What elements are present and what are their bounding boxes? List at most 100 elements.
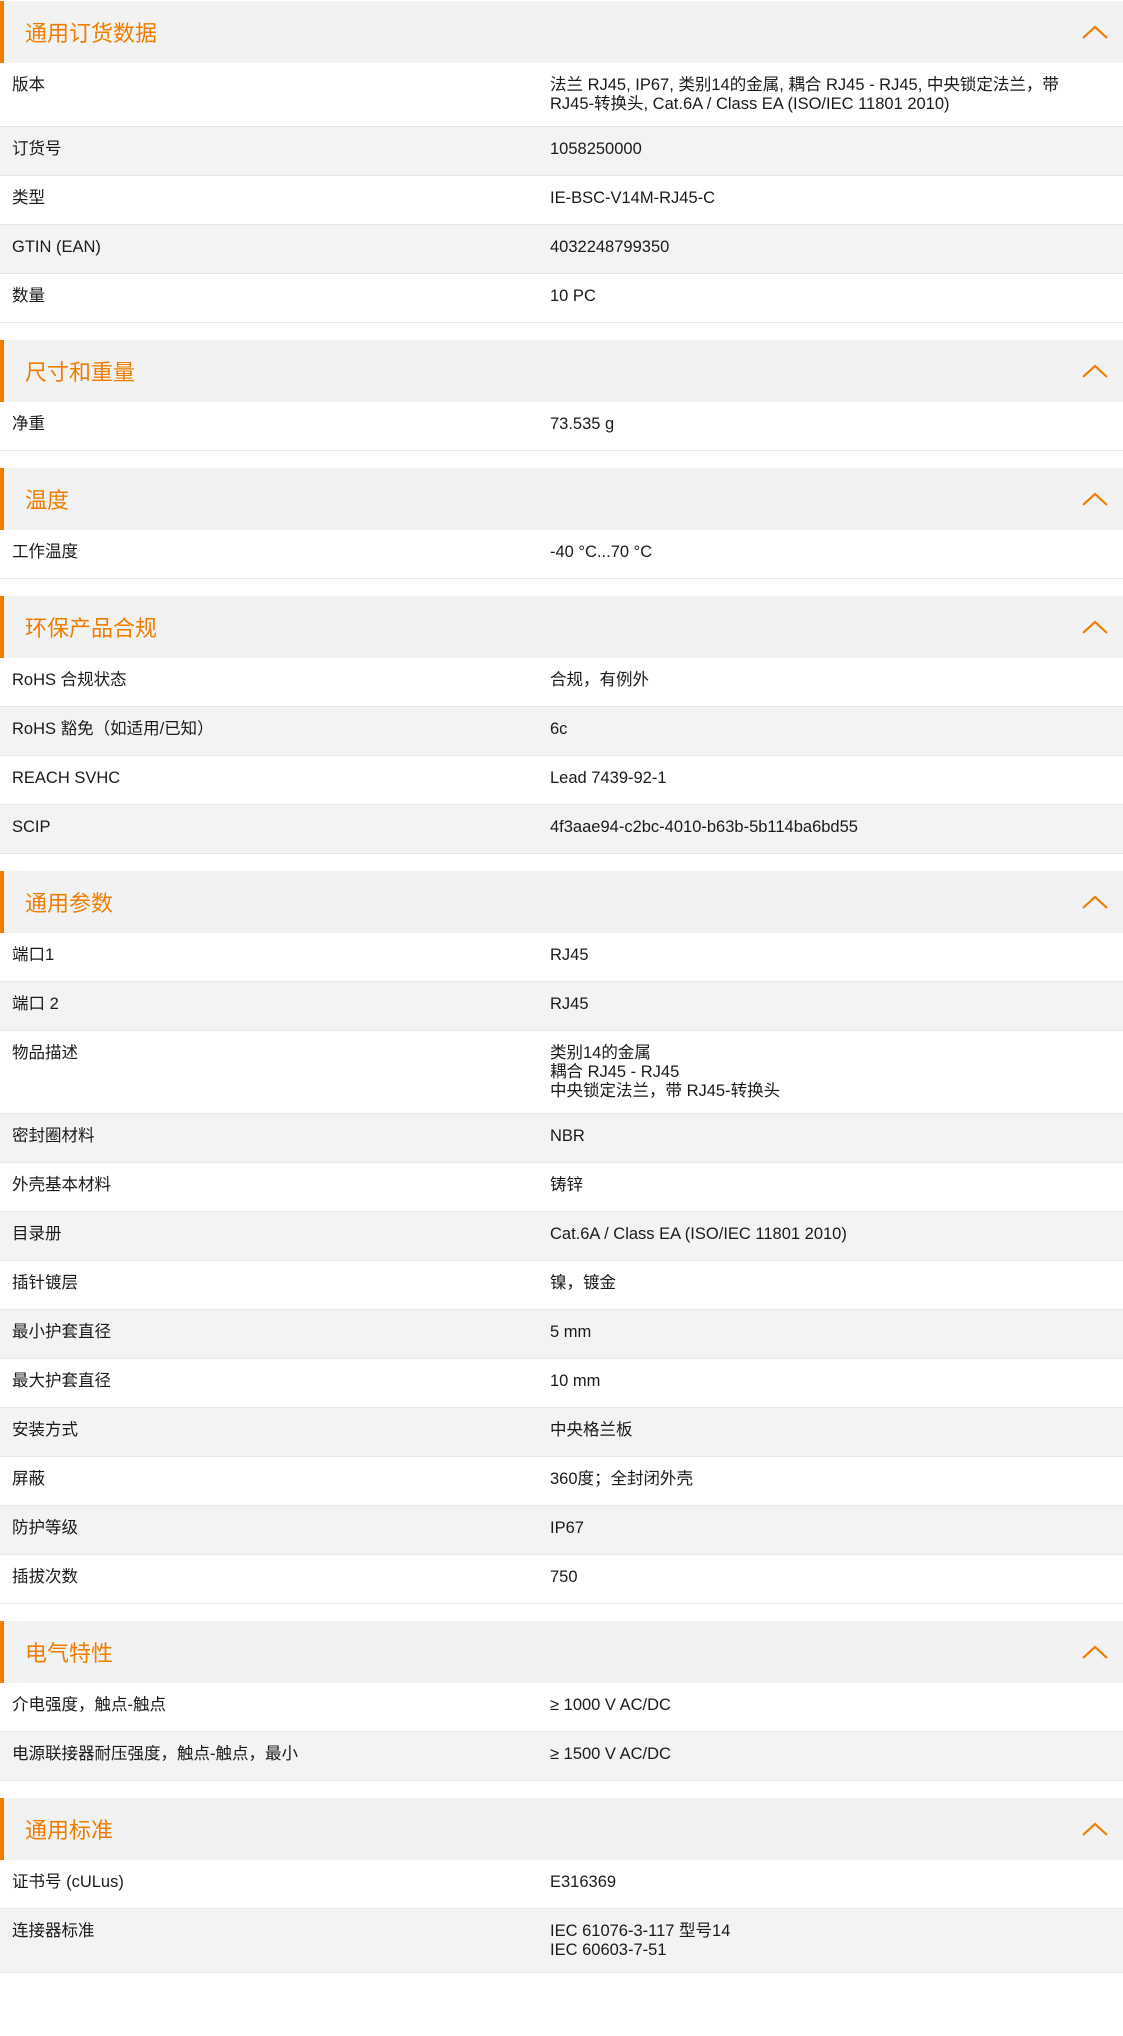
section-header[interactable]: 通用标准: [0, 1798, 1123, 1860]
spec-row: RoHS 合规状态 合规，有例外: [0, 658, 1123, 707]
spec-section: 环保产品合规 RoHS 合规状态 合规，有例外 RoHS 豁免（如适用/已知） 6c RE…: [0, 596, 1123, 854]
spec-row: 电源联接器耐压强度，触点-触点，最小 ≥ 1500 V AC/DC: [0, 1732, 1123, 1781]
spec-value-line: NBR: [550, 1127, 585, 1145]
section-header[interactable]: 通用参数: [0, 871, 1123, 933]
spec-section: 通用订货数据版本 法兰 RJ45, IP67, 类别14的金属, 耦合 RJ45 …: [0, 1, 1123, 323]
spec-label: 端口1: [12, 946, 55, 964]
spec-value-line: 法兰 RJ45, IP67, 类别14的金属, 耦合 RJ45 - RJ45, …: [550, 76, 1059, 113]
spec-value-line: RJ45: [550, 995, 589, 1013]
spec-label: 最大护套直径: [12, 1372, 111, 1390]
spec-row: 最小护套直径 5 mm: [0, 1310, 1123, 1359]
spec-row: 工作温度 -40 °C...70 °C: [0, 530, 1123, 579]
spec-label: 密封圈材料: [12, 1127, 95, 1145]
spec-value: IP67: [550, 1506, 1123, 1554]
spec-row: 最大护套直径 10 mm: [0, 1359, 1123, 1408]
spec-value-line: 6c: [550, 720, 568, 738]
spec-section: 通用标准证书号 (cULus) E316369 连接器标准 IEC 61076-3-1…: [0, 1798, 1123, 1973]
spec-value-line: E316369: [550, 1873, 617, 1891]
spec-value-line: 类别14的金属: [550, 1044, 651, 1062]
spec-value: 73.535 g: [550, 402, 1123, 450]
chevron-up-icon[interactable]: [1081, 24, 1109, 40]
spec-value-line: Cat.6A / Class EA (ISO/IEC 11801 2010): [550, 1225, 847, 1243]
section-title: 环保产品合规: [25, 616, 158, 641]
spec-value-line: ≥ 1500 V AC/DC: [550, 1745, 671, 1763]
section-title: 电气特性: [25, 1641, 114, 1666]
spec-value-line: 耦合 RJ45 - RJ45: [550, 1063, 680, 1081]
spec-label: 净重: [12, 415, 45, 433]
section-title: 通用标准: [25, 1818, 114, 1843]
section-header[interactable]: 通用订货数据: [0, 1, 1123, 63]
spec-value-line: 10 mm: [550, 1372, 601, 1390]
spec-label: 工作温度: [12, 543, 78, 561]
section-title: 温度: [25, 488, 70, 513]
spec-row: 证书号 (cULus) E316369: [0, 1860, 1123, 1909]
spec-value: 5 mm: [550, 1310, 1123, 1358]
section-header[interactable]: 温度: [0, 468, 1123, 530]
spec-value: 镍，镀金: [550, 1261, 1123, 1309]
spec-row: 净重 73.535 g: [0, 402, 1123, 451]
spec-label: 插拔次数: [12, 1568, 78, 1586]
chevron-up-icon[interactable]: [1081, 894, 1109, 910]
spec-row: RoHS 豁免（如适用/已知） 6c: [0, 707, 1123, 756]
spec-row: 插拔次数 750: [0, 1555, 1123, 1604]
spec-value-line: 5 mm: [550, 1323, 592, 1341]
spec-value-line: 10 PC: [550, 287, 596, 305]
spec-value-line: IEC 61076-3-117 型号14: [550, 1922, 731, 1940]
spec-row: 安装方式 中央格兰板: [0, 1408, 1123, 1457]
spec-label: 数量: [12, 287, 45, 305]
spec-value: IEC 61076-3-117 型号14 IEC 60603-7-51: [550, 1909, 1123, 1972]
spec-value-line: IP67: [550, 1519, 584, 1537]
spec-value: 10 PC: [550, 274, 1123, 322]
section-header[interactable]: 电气特性: [0, 1621, 1123, 1683]
spec-row: GTIN (EAN) 4032248799350: [0, 225, 1123, 274]
spec-value: NBR: [550, 1114, 1123, 1162]
spec-label: SCIP: [12, 818, 51, 836]
spec-value-line: 4032248799350: [550, 238, 670, 256]
spec-row: 版本 法兰 RJ45, IP67, 类别14的金属, 耦合 RJ45 - RJ45…: [0, 63, 1123, 127]
spec-value: Lead 7439-92-1: [550, 756, 1123, 804]
spec-label: 端口 2: [12, 995, 59, 1013]
spec-value: Cat.6A / Class EA (ISO/IEC 11801 2010): [550, 1212, 1123, 1260]
chevron-up-icon[interactable]: [1081, 491, 1109, 507]
spec-value: -40 °C...70 °C: [550, 530, 1123, 578]
product-spec-page: 通用订货数据版本 法兰 RJ45, IP67, 类别14的金属, 耦合 RJ45 …: [0, 0, 1123, 1973]
spec-label: 连接器标准: [12, 1922, 95, 1940]
spec-value: ≥ 1000 V AC/DC: [550, 1683, 1123, 1731]
spec-value-line: 铸锌: [550, 1176, 583, 1194]
spec-value: 法兰 RJ45, IP67, 类别14的金属, 耦合 RJ45 - RJ45, …: [550, 63, 1123, 126]
spec-value-line: 中央锁定法兰，带 RJ45-转换头: [550, 1082, 781, 1100]
spec-label: RoHS 合规状态: [12, 671, 127, 689]
spec-label: 屏蔽: [12, 1470, 45, 1488]
spec-row: 连接器标准 IEC 61076-3-117 型号14 IEC 60603-7-51: [0, 1909, 1123, 1973]
spec-row: 外壳基本材料 铸锌: [0, 1163, 1123, 1212]
spec-label: 目录册: [12, 1225, 62, 1243]
spec-row: 密封圈材料 NBR: [0, 1114, 1123, 1163]
spec-label: REACH SVHC: [12, 769, 121, 787]
spec-value-line: -40 °C...70 °C: [550, 543, 653, 561]
spec-row: 介电强度，触点-触点 ≥ 1000 V AC/DC: [0, 1683, 1123, 1732]
chevron-up-icon[interactable]: [1081, 1644, 1109, 1660]
spec-value: 750: [550, 1555, 1123, 1603]
spec-value: IE-BSC-V14M-RJ45-C: [550, 176, 1123, 224]
section-header[interactable]: 环保产品合规: [0, 596, 1123, 658]
chevron-up-icon[interactable]: [1081, 363, 1109, 379]
spec-value-line: IEC 60603-7-51: [550, 1941, 667, 1959]
spec-section: 电气特性 介电强度，触点-触点 ≥ 1000 V AC/DC 电源联接器耐压强度，触点…: [0, 1621, 1123, 1781]
spec-section: 尺寸和重量净重 73.535 g: [0, 340, 1123, 451]
chevron-up-icon[interactable]: [1081, 619, 1109, 635]
chevron-up-icon[interactable]: [1081, 1821, 1109, 1837]
spec-value-line: Lead 7439-92-1: [550, 769, 667, 787]
spec-row: 防护等级 IP67: [0, 1506, 1123, 1555]
spec-label: 安装方式: [12, 1421, 78, 1439]
spec-label: RoHS 豁免（如适用/已知）: [12, 720, 214, 738]
section-header[interactable]: 尺寸和重量: [0, 340, 1123, 402]
spec-value: 360度；全封闭外壳: [550, 1457, 1123, 1505]
spec-value: RJ45: [550, 933, 1123, 981]
spec-label: GTIN (EAN): [12, 238, 101, 256]
spec-label: 最小护套直径: [12, 1323, 111, 1341]
spec-value: 铸锌: [550, 1163, 1123, 1211]
spec-label: 电源联接器耐压强度，触点-触点，最小: [12, 1745, 298, 1763]
spec-value: 6c: [550, 707, 1123, 755]
spec-value: 10 mm: [550, 1359, 1123, 1407]
section-title: 通用订货数据: [25, 21, 158, 46]
